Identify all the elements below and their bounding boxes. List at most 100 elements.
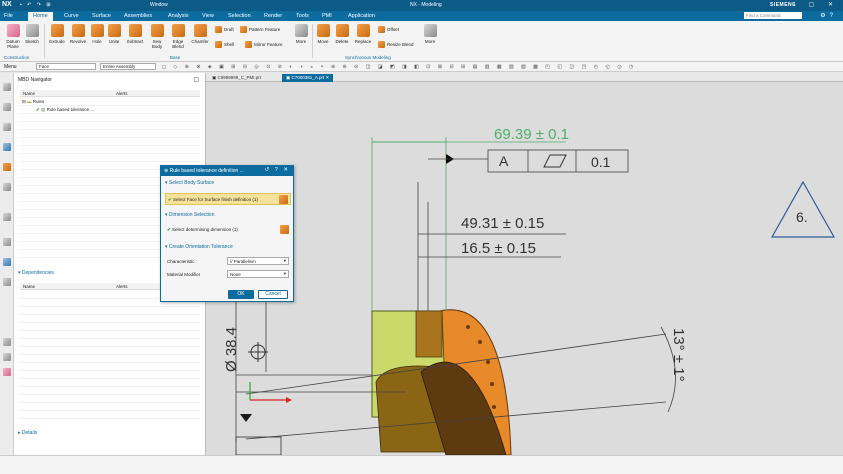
tab-application[interactable]: Application <box>348 13 375 19</box>
model-view[interactable]: A 0.1 69.39 ± 0.1 49.31 ± 0.15 16.5 ± 0.… <box>206 82 843 455</box>
window-menu[interactable]: Window <box>150 2 168 8</box>
menu-button[interactable]: Menu <box>4 64 17 70</box>
subtract-button[interactable]: Subtract <box>124 24 146 44</box>
select-dimension-row[interactable]: ✔ Select determining dimension (1) <box>165 224 291 236</box>
mbd-navigator-icon[interactable] <box>3 143 11 151</box>
more-base-button[interactable]: More <box>292 24 310 44</box>
offset-button[interactable]: Offset <box>378 26 399 33</box>
selection-tools-icons[interactable]: ◻ ◇ ⊕ ⊗ ◈ ▣ ⊞ ⊟ ◎ ⊙ ⊘ ◐ ◑ ◒ ◓ ⊛ ⊜ ⊝ ◫ ◪ … <box>162 64 636 70</box>
dialog-title-bar[interactable]: ⊕ Rule based tolerance definition ... ↺ … <box>161 166 293 176</box>
more-sync-button[interactable]: More <box>421 24 439 44</box>
dep-column-name-header[interactable]: Name <box>23 284 35 289</box>
help-icons[interactable]: ⚙? <box>820 12 837 19</box>
dimension-select-icon[interactable] <box>280 225 289 234</box>
tab-render[interactable]: Render <box>264 13 282 19</box>
ribbon-separator <box>312 24 313 58</box>
tab-view[interactable]: View <box>202 13 214 19</box>
tree-node-rule-item[interactable]: ✔ ▤ Rule based tolerance ... <box>36 107 94 113</box>
shape-studio-icon[interactable] <box>3 353 11 361</box>
unite-button[interactable]: Unite <box>106 24 122 44</box>
fcf-value: 0.1 <box>591 154 611 170</box>
dep-column-alerts-header[interactable]: Alerts <box>116 284 128 289</box>
replace-face-button[interactable]: Replace <box>353 24 373 44</box>
tab-tools[interactable]: Tools <box>296 13 309 19</box>
characteristic-select[interactable]: // Parallelism ▾ <box>227 257 289 265</box>
resize-blend-button[interactable]: Resize Blend <box>378 41 414 48</box>
move-face-button[interactable]: Move <box>315 24 331 44</box>
column-name-header[interactable]: Name <box>23 91 35 96</box>
cancel-button[interactable]: Cancel <box>258 290 288 299</box>
rule-icon: ▤ <box>41 107 46 112</box>
mirror-feature-button[interactable]: Mirror Feature <box>245 41 283 48</box>
column-alerts-header[interactable]: Alerts <box>116 91 128 96</box>
system-scenes-icon[interactable] <box>3 338 11 346</box>
tab-curve[interactable]: Curve <box>64 13 79 19</box>
details-header[interactable]: ▸ Details <box>18 430 37 436</box>
sketch-icon <box>25 24 39 37</box>
dependencies-grid <box>20 291 200 421</box>
chamfer-button[interactable]: Chamfer <box>189 24 211 44</box>
tab-home[interactable]: Home <box>28 12 53 21</box>
panel-maximize-icon[interactable]: ▢ <box>193 76 199 83</box>
dependencies-header[interactable]: ▾ Dependencies <box>18 270 54 276</box>
select-face-row[interactable]: ✔ Select Face for Surface finish definit… <box>165 193 291 205</box>
window-controls[interactable]: – ▢ ✕ <box>792 1 839 8</box>
command-finder-input[interactable]: Find a Command <box>744 12 802 19</box>
graphics-window[interactable]: A 0.1 69.39 ± 0.1 49.31 ± 0.15 16.5 ± 0.… <box>206 82 843 455</box>
move-face-icon <box>316 24 330 37</box>
section-orientation-tolerance[interactable]: ▾ Create Orientation Tolerance <box>165 244 233 250</box>
hole-button[interactable]: Hole <box>90 24 104 44</box>
face-select-icon[interactable] <box>279 195 288 204</box>
type-filter-select[interactable]: Face <box>36 63 96 70</box>
diameter-dimension[interactable]: Ø 38.4 <box>223 327 240 372</box>
edge-blend-button[interactable]: Edge Blend <box>168 24 188 49</box>
constraint-navigator-icon[interactable] <box>3 123 11 131</box>
draft-button[interactable]: Draft <box>215 26 234 33</box>
tree-node-rules[interactable]: ⊟ ▬ Rules <box>22 99 44 105</box>
quick-access-icons[interactable]: ▪ ↶ ↷ ⊞ <box>20 2 53 8</box>
sew-body-button[interactable]: Sew Body <box>148 24 166 49</box>
dimension-49-31[interactable]: 49.31 ± 0.15 <box>461 215 544 232</box>
web-browser-icon[interactable] <box>3 213 11 221</box>
revolve-button[interactable]: Revolve <box>68 24 88 44</box>
datum-plane-button[interactable]: Datum Plane <box>3 24 23 49</box>
scope-select[interactable]: Entire Assembly <box>100 63 156 70</box>
angle-dimension[interactable]: 13° ± 1° <box>670 328 687 382</box>
hub-shadow <box>415 310 443 358</box>
tab-file-pmi[interactable]: ▣ C9999999_C_PMI.prt <box>208 74 265 82</box>
part-navigator-icon[interactable] <box>3 83 11 91</box>
delete-face-button[interactable]: Delete <box>333 24 351 44</box>
assembly-navigator-icon[interactable] <box>3 103 11 111</box>
navigator-title: MBD Navigator <box>18 77 52 83</box>
datum-plane-icon <box>6 24 20 37</box>
section-select-body-surface[interactable]: ▾ Select Body Surface <box>165 180 214 186</box>
history-icon[interactable] <box>3 238 11 246</box>
dimension-16-5[interactable]: 16.5 ± 0.15 <box>461 240 536 257</box>
tab-file-part[interactable]: ▣ C7000381_A.prt ✕ <box>282 74 334 82</box>
tab-assemblies[interactable]: Assemblies <box>124 13 152 19</box>
pattern-feature-icon <box>240 26 247 33</box>
parallelism-symbol-icon <box>543 154 567 168</box>
resource-bar <box>0 73 14 455</box>
pattern-feature-button[interactable]: Pattern Feature <box>240 26 280 33</box>
shell-button[interactable]: Shell <box>215 41 234 48</box>
tab-pmi[interactable]: PMI <box>322 13 332 19</box>
extrude-button[interactable]: Extrude <box>48 24 66 44</box>
ok-button[interactable]: OK <box>228 290 254 299</box>
tab-file[interactable]: File <box>4 13 13 19</box>
chamfer-icon <box>193 24 207 37</box>
tab-analysis[interactable]: Analysis <box>168 13 188 19</box>
material-modifier-select[interactable]: None ▾ <box>227 270 289 278</box>
roles-icon[interactable] <box>3 278 11 286</box>
render-icon[interactable] <box>3 368 11 376</box>
section-dimension-selection[interactable]: ▾ Dimension Selection <box>165 212 215 218</box>
dialog-title-controls[interactable]: ↺ ? ✕ <box>265 167 290 173</box>
hd3d-tools-icon[interactable] <box>3 183 11 191</box>
dimension-69-39[interactable]: 69.39 ± 0.1 <box>494 126 569 143</box>
checkmark-icon: ✔ <box>168 197 172 202</box>
tab-selection[interactable]: Selection <box>228 13 251 19</box>
process-studio-icon[interactable] <box>3 258 11 266</box>
tab-surface[interactable]: Surface <box>92 13 111 19</box>
reuse-library-icon[interactable] <box>3 163 11 171</box>
sketch-button[interactable]: Sketch <box>24 24 40 44</box>
